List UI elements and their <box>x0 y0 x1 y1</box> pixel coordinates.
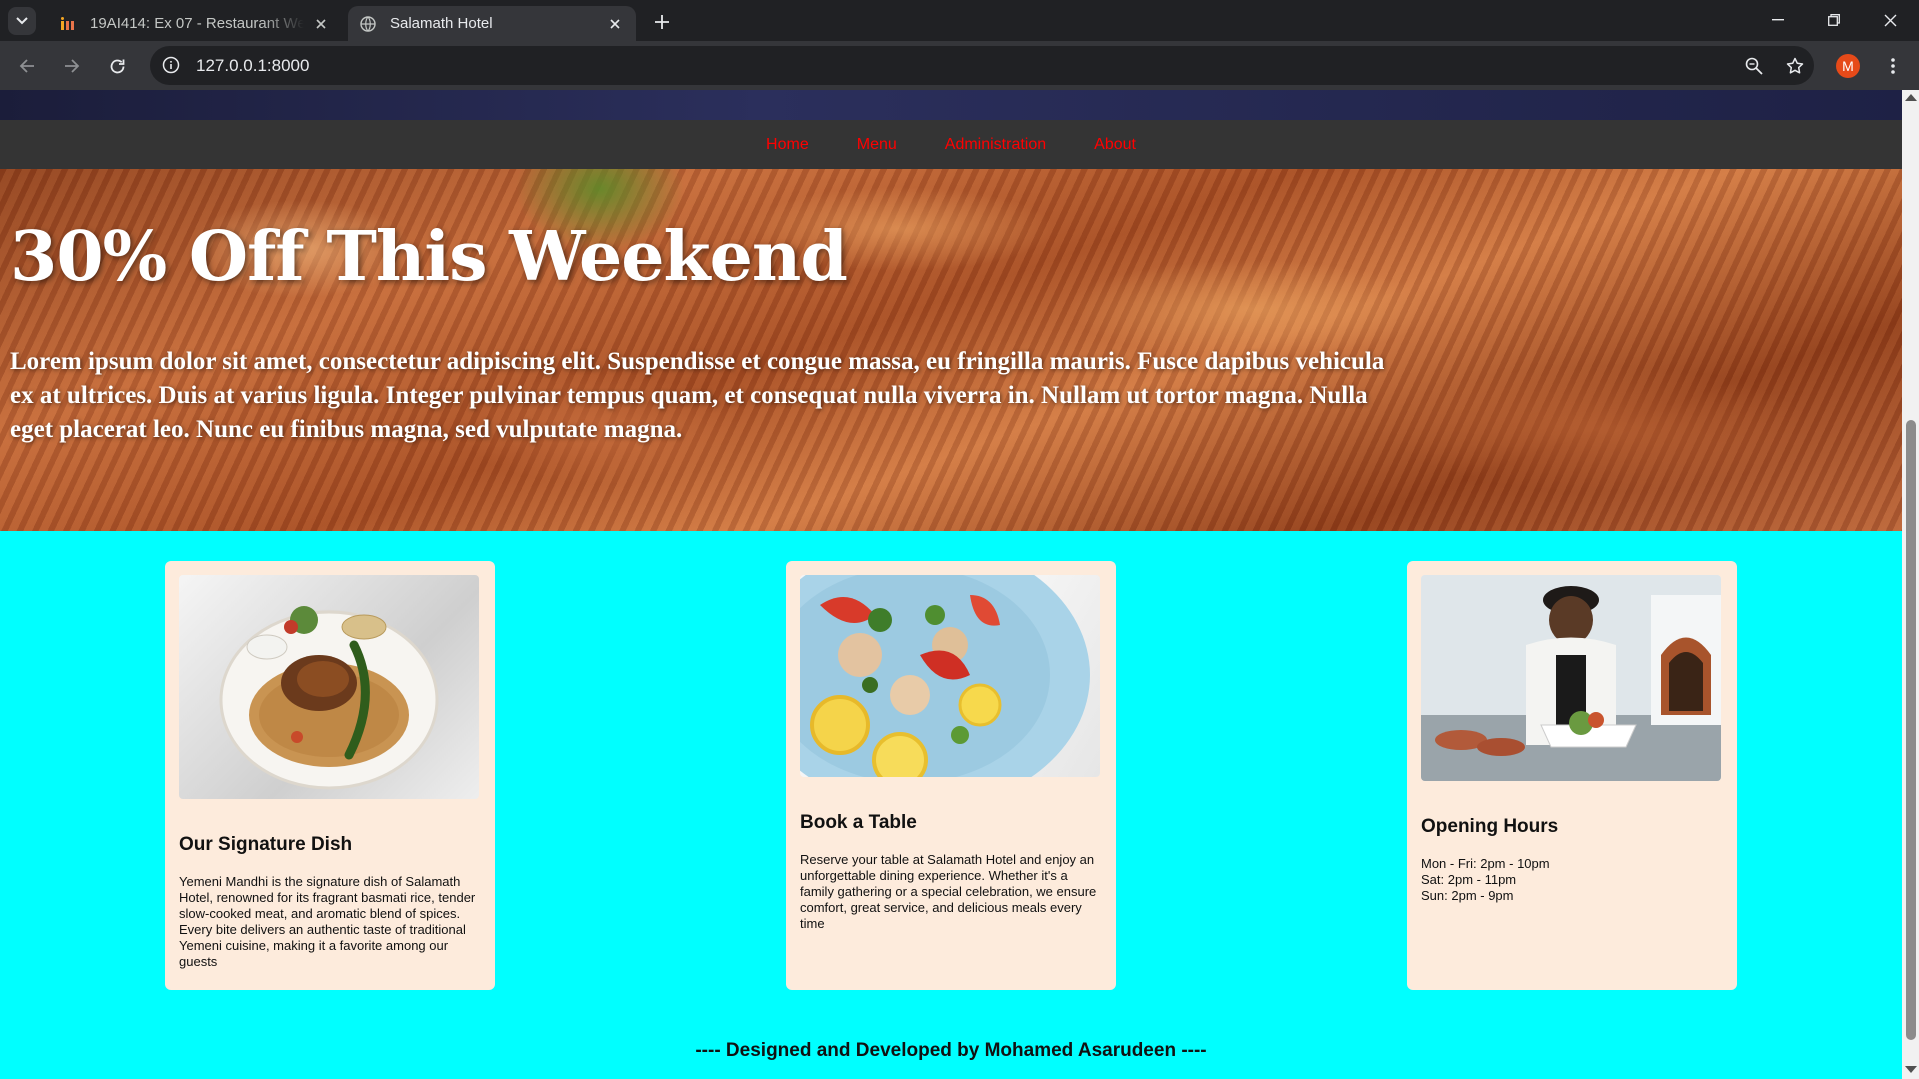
reload-icon <box>110 59 124 73</box>
profile-avatar[interactable]: M <box>1836 54 1860 78</box>
close-tab-icon[interactable] <box>606 15 624 33</box>
tab-title: Salamath Hotel <box>390 15 493 32</box>
card-description: Reserve your table at Salamath Hotel and… <box>800 852 1097 931</box>
card-title: Opening Hours <box>1421 816 1559 837</box>
tab-search-button[interactable] <box>8 7 36 35</box>
site-footer: ---- Designed and Developed by Mohamed A… <box>695 1040 1207 1061</box>
plus-icon <box>655 15 669 29</box>
tab-title: 19AI414: Ex 07 - Restaurant Website <box>90 15 304 32</box>
minimize-button[interactable] <box>1766 8 1790 32</box>
url-text: 127.0.0.1:8000 <box>196 56 310 75</box>
reload-button[interactable] <box>104 53 130 79</box>
restore-button[interactable] <box>1822 8 1846 32</box>
nav-home-link[interactable]: Home <box>742 136 833 154</box>
scroll-down-arrow-icon[interactable] <box>1905 1066 1917 1073</box>
browser-toolbar: 127.0.0.1:8000 M <box>0 41 1919 90</box>
browser-menu-button[interactable] <box>1881 54 1905 78</box>
close-window-button[interactable] <box>1878 8 1902 32</box>
header-banner-strip <box>0 90 1902 120</box>
minimize-icon <box>1772 19 1784 21</box>
opening-hours-card: Opening Hours Mon - Fri: 2pm - 10pm Sat:… <box>1407 561 1737 990</box>
arrow-right-icon <box>65 59 80 73</box>
tab-restaurant-website[interactable]: 19AI414: Ex 07 - Restaurant Website <box>48 6 342 41</box>
scrollbar-thumb[interactable] <box>1906 420 1916 1040</box>
nav-about-link[interactable]: About <box>1070 136 1160 154</box>
hero-text: Lorem ipsum dolor sit amet, consectetur … <box>10 348 1385 443</box>
site-navbar: Home Menu Administration About <box>0 120 1902 169</box>
signature-dish-image <box>179 575 479 799</box>
site-info-icon[interactable] <box>160 54 182 76</box>
zoom-icon[interactable] <box>1743 55 1765 77</box>
hours-sunday: Sun: 2pm - 9pm <box>1421 888 1514 903</box>
address-bar[interactable]: 127.0.0.1:8000 <box>150 46 1814 85</box>
bookmark-star-icon[interactable] <box>1784 55 1806 77</box>
close-tab-icon[interactable] <box>312 15 330 33</box>
globe-icon <box>360 15 376 32</box>
card-title: Our Signature Dish <box>179 834 353 855</box>
nav-menu-link[interactable]: Menu <box>833 136 921 154</box>
book-table-image <box>800 575 1100 777</box>
opening-hours-list: Mon - Fri: 2pm - 10pm Sat: 2pm - 11pm Su… <box>1421 856 1723 904</box>
forward-button[interactable] <box>59 53 85 79</box>
card-title: Book a Table <box>800 812 917 833</box>
page-viewport: Home Menu Administration About 30% Off T… <box>0 90 1902 1079</box>
opening-hours-image <box>1421 575 1721 781</box>
chevron-down-icon <box>16 17 28 25</box>
new-tab-button[interactable] <box>650 10 674 34</box>
close-icon <box>1884 14 1896 26</box>
invision-icon <box>60 16 76 32</box>
scroll-up-arrow-icon[interactable] <box>1905 94 1917 101</box>
signature-dish-card: Our Signature Dish Yemeni Mandhi is the … <box>165 561 495 990</box>
nav-administration-link[interactable]: Administration <box>921 136 1070 154</box>
more-vertical-icon <box>1891 58 1895 74</box>
browser-tab-bar: 19AI414: Ex 07 - Restaurant Website Sala… <box>0 0 1919 41</box>
hero-title: 30% Off This Weekend <box>10 217 848 297</box>
card-description: Yemeni Mandhi is the signature dish of S… <box>179 874 476 969</box>
back-button[interactable] <box>14 53 40 79</box>
hours-weekday: Mon - Fri: 2pm - 10pm <box>1421 856 1550 871</box>
restore-icon <box>1828 14 1840 26</box>
book-table-card: Book a Table Reserve your table at Salam… <box>786 561 1116 990</box>
tab-salamath-hotel[interactable]: Salamath Hotel <box>348 6 636 41</box>
arrow-left-icon <box>19 59 34 73</box>
hours-saturday: Sat: 2pm - 11pm <box>1421 872 1517 887</box>
hero-banner: 30% Off This Weekend Lorem ipsum dolor s… <box>0 169 1902 531</box>
